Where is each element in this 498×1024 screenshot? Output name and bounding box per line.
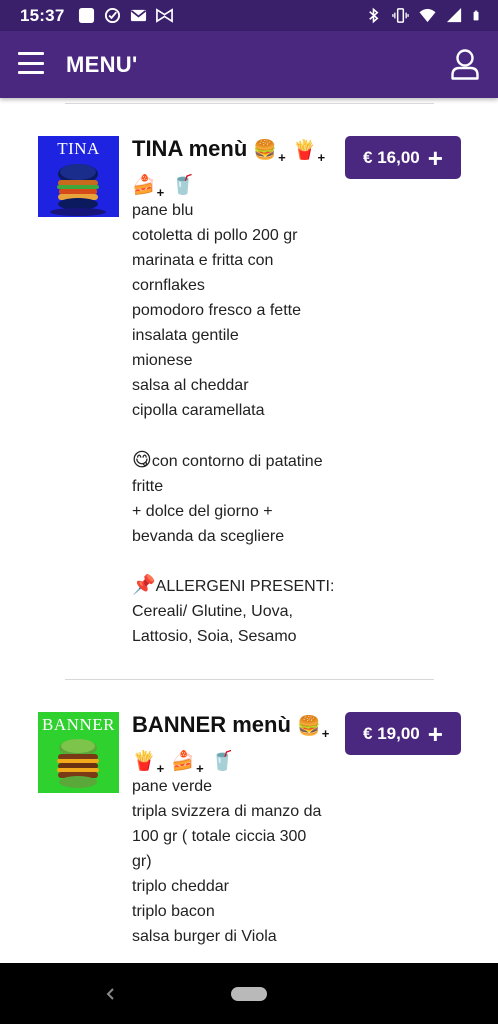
bowtie-icon — [156, 8, 173, 23]
hamburger-menu-icon[interactable] — [18, 52, 44, 76]
burger-emoji: 🍔 — [253, 140, 278, 161]
item-extras: 😋con contorno di patatine fritte + dolce… — [132, 448, 342, 549]
pushpin-emoji: 📌 — [132, 575, 156, 596]
cake-emoji: 🍰 — [132, 175, 156, 196]
list-divider — [65, 103, 434, 104]
burger-emoji: 🍔 — [297, 716, 321, 737]
status-system-icons — [365, 7, 484, 24]
mail-icon — [130, 9, 147, 22]
add-to-cart-button[interactable]: € 16,00 + — [345, 136, 461, 179]
price-label: € 19,00 — [363, 723, 420, 743]
home-pill-button[interactable] — [231, 987, 267, 1001]
item-title: BANNER menù 🍔+ 🍟+ 🍰+ 🥤 — [132, 712, 337, 782]
user-account-icon[interactable] — [450, 48, 480, 80]
item-title: TINA menù 🍔+ 🍟+ 🍰+ 🥤 — [132, 136, 337, 206]
vibrate-icon — [392, 8, 409, 23]
add-to-cart-button[interactable]: € 19,00 + — [345, 712, 461, 755]
battery-icon — [473, 10, 479, 21]
status-notification-icons — [78, 7, 173, 24]
cake-emoji: 🍰 — [171, 751, 196, 772]
check-circle-icon — [104, 7, 121, 24]
price-label: € 16,00 — [363, 147, 420, 167]
burger-illustration — [57, 739, 99, 788]
fries-emoji: 🍟 — [292, 140, 317, 161]
status-time: 15:37 — [20, 6, 65, 25]
status-bar: 15:37 — [0, 0, 498, 31]
page-title: MENU' — [66, 52, 138, 77]
add-plus-icon: + — [427, 718, 443, 749]
item-allergens-text: ALLERGENI PRESENTI: Cereali/ Glutine, Uo… — [132, 578, 335, 645]
product-image-tina[interactable]: TINA — [38, 136, 119, 217]
list-divider — [65, 679, 434, 680]
fries-emoji: 🍟 — [132, 751, 156, 772]
item-title-text: TINA menù — [132, 136, 248, 161]
yum-emoji: 😋 — [132, 450, 152, 471]
product-image-banner[interactable]: BANNER — [38, 712, 119, 793]
item-extras-text: con contorno di patatine fritte + dolce … — [132, 453, 323, 545]
plus-sign: + — [317, 150, 326, 165]
item-description: pane blu cotoletta di pollo 200 gr marin… — [132, 202, 301, 419]
add-plus-icon: + — [427, 142, 443, 173]
bluetooth-icon — [369, 7, 379, 24]
back-chevron-icon[interactable] — [104, 984, 118, 1004]
signal-icon — [446, 7, 462, 23]
square-notification-icon — [78, 7, 95, 24]
plus-sign: + — [321, 726, 330, 741]
drink-emoji: 🥤 — [210, 751, 235, 772]
item-title-text: BANNER menù — [132, 712, 291, 737]
burger-illustration — [50, 164, 106, 216]
drink-emoji: 🥤 — [171, 175, 196, 196]
app-bar: MENU' — [0, 31, 498, 98]
plus-sign: + — [278, 150, 286, 165]
item-allergens: 📌ALLERGENI PRESENTI: Cereali/ Glutine, U… — [132, 573, 342, 649]
item-description: pane verde tripla svizzera di manzo da 1… — [132, 778, 322, 945]
wifi-icon — [419, 8, 436, 23]
